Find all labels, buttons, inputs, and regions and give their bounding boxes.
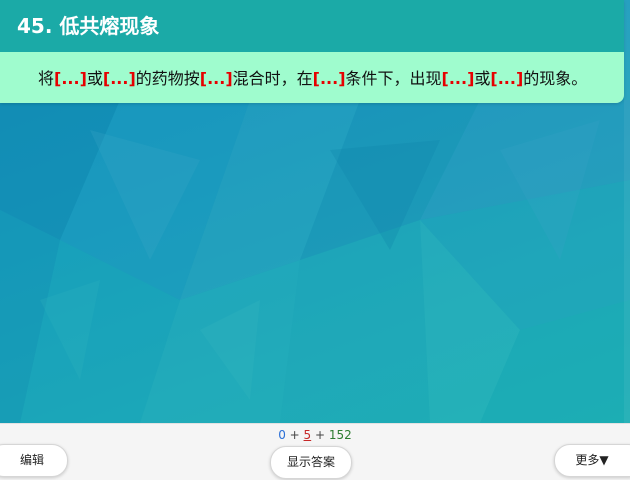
new-count: 0 bbox=[278, 428, 286, 442]
cloze-blank: [...] bbox=[312, 69, 346, 88]
cloze-blank: [...] bbox=[199, 69, 233, 88]
count-separator: + bbox=[315, 428, 326, 442]
cloze-text-segment: 或 bbox=[86, 69, 103, 88]
cloze-blank: [...] bbox=[54, 69, 87, 88]
review-count: 152 bbox=[328, 428, 352, 442]
cloze-text-segment: 将 bbox=[38, 69, 55, 88]
cloze-text-segment: 条件下，出现 bbox=[345, 69, 442, 88]
cloze-blank: [...] bbox=[490, 69, 524, 88]
count-separator: + bbox=[289, 428, 300, 442]
cloze-text-segment: 的药物按 bbox=[135, 69, 200, 88]
cloze-blank: [...] bbox=[441, 69, 475, 88]
cloze-text-segment: 混合时，在 bbox=[232, 69, 313, 88]
cloze-text-segment: 或 bbox=[474, 69, 491, 88]
card-view[interactable]: 45. 低共熔现象 将[...]或[...]的药物按[...]混合时，在[...… bbox=[0, 0, 630, 423]
cloze-text-segment: 的现象。 bbox=[523, 69, 588, 88]
scrollbar[interactable] bbox=[624, 0, 630, 423]
due-counts: 0 + 5 + 152 bbox=[0, 427, 630, 443]
learning-count: 5 bbox=[303, 428, 312, 442]
edit-button[interactable]: 编辑 bbox=[0, 444, 68, 477]
bottom-toolbar: 0 + 5 + 152 编辑 显示答案 更多▼ bbox=[0, 423, 630, 480]
card-title: 45. 低共熔现象 bbox=[0, 0, 624, 52]
review-screen: 45. 低共熔现象 将[...]或[...]的药物按[...]混合时，在[...… bbox=[0, 0, 630, 480]
card-content: 45. 低共熔现象 将[...]或[...]的药物按[...]混合时，在[...… bbox=[0, 0, 624, 103]
more-button[interactable]: 更多▼ bbox=[554, 444, 630, 477]
cloze-text: 将[...]或[...]的药物按[...]混合时，在[...]条件下，出现[..… bbox=[0, 52, 624, 103]
cloze-blank: [...] bbox=[102, 69, 136, 88]
show-answer-button[interactable]: 显示答案 bbox=[270, 446, 352, 479]
